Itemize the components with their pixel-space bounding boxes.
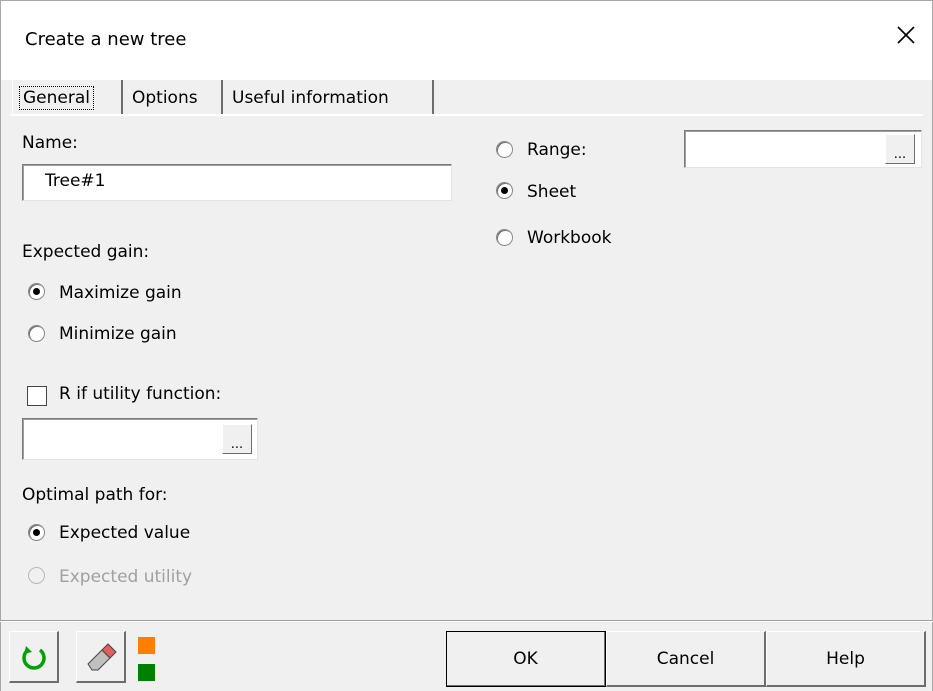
footer-separator [0, 620, 933, 622]
tab-options[interactable]: Options [124, 80, 223, 115]
workbook-label: Workbook [527, 228, 612, 248]
tab-label: Options [132, 87, 198, 108]
expected-value-label: Expected value [59, 523, 191, 543]
green-square-icon [138, 664, 155, 681]
expected-utility-label: Expected utility [59, 567, 193, 587]
workbook-radio[interactable] [496, 229, 513, 246]
reset-button[interactable] [9, 631, 59, 683]
utility-function-label: R if utility function: [59, 384, 222, 404]
clear-button[interactable] [76, 631, 126, 683]
expected-gain-label: Expected gain: [22, 242, 150, 262]
minimize-gain-label: Minimize gain [59, 324, 177, 344]
tab-useful-information[interactable]: Useful information [224, 80, 434, 115]
reset-icon [21, 645, 46, 670]
close-icon[interactable] [888, 17, 924, 53]
minimize-gain-radio[interactable] [28, 325, 45, 342]
name-field[interactable]: Tree#1 [22, 164, 452, 201]
ok-button[interactable]: OK [446, 631, 606, 687]
tab-divider [10, 114, 923, 116]
tab-label: General [19, 85, 94, 110]
maximize-gain-label: Maximize gain [59, 283, 182, 303]
sheet-radio[interactable] [496, 182, 513, 199]
maximize-gain-radio[interactable] [28, 283, 45, 300]
sheet-label: Sheet [527, 182, 577, 202]
name-label: Name: [22, 133, 78, 153]
orange-square-icon [138, 637, 155, 654]
expected-value-radio[interactable] [28, 524, 45, 541]
cancel-button[interactable]: Cancel [606, 631, 766, 687]
window-title: Create a new tree [25, 29, 187, 50]
range-label: Range: [527, 140, 587, 160]
title-bar: Create a new tree [0, 0, 933, 80]
range-radio[interactable] [496, 141, 513, 158]
utility-browse-button[interactable]: ... [222, 424, 252, 454]
tab-label: Useful information [232, 87, 389, 108]
eraser-icon [86, 642, 117, 670]
range-browse-button[interactable]: ... [885, 134, 915, 164]
help-button[interactable]: Help [766, 631, 926, 687]
utility-function-checkbox[interactable] [27, 386, 47, 406]
tab-general[interactable]: General [12, 80, 123, 115]
expected-utility-radio [28, 567, 45, 584]
optimal-path-label: Optimal path for: [22, 485, 168, 505]
